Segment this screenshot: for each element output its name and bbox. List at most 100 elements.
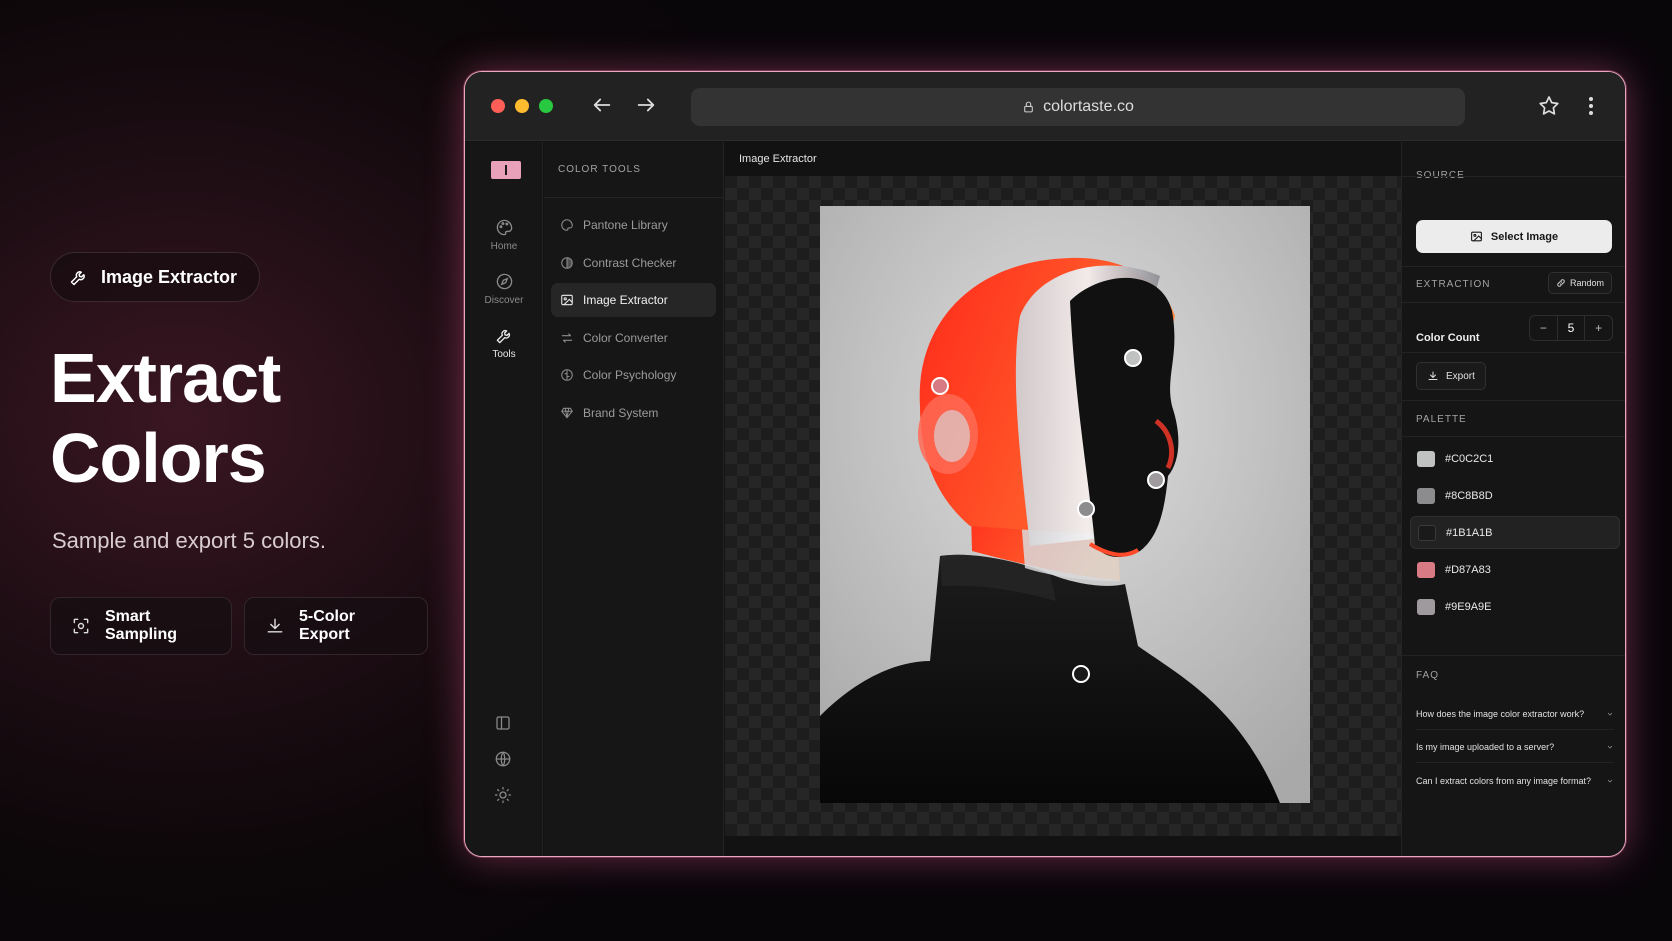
tool-item-brand-system[interactable]: Brand System — [551, 396, 716, 430]
smart-sampling-label: Smart Sampling — [105, 608, 178, 643]
faq-item[interactable]: How does the image color extractor work? — [1416, 699, 1614, 730]
link-icon — [1556, 278, 1566, 288]
swatch-hex: #8C8B8D — [1445, 489, 1493, 502]
brain-icon — [560, 368, 574, 382]
main-workspace: Image Extractor — [725, 142, 1401, 856]
five-color-export-label: 5-Color Export — [299, 608, 355, 643]
select-image-label: Select Image — [1490, 230, 1559, 243]
color-count-stepper[interactable]: − 5 + — [1529, 315, 1613, 341]
contrast-icon — [560, 256, 574, 270]
divider — [1402, 400, 1625, 401]
palette-swatch-row-selected[interactable]: #1B1A1B — [1410, 516, 1620, 549]
image-canvas[interactable] — [725, 176, 1401, 836]
icon-rail: Home Discover Tools — [465, 142, 543, 856]
tool-label: Pantone Library — [583, 218, 668, 232]
five-color-export-button[interactable]: 5-Color Export — [244, 597, 428, 655]
source-heading-row: SOURCE — [1416, 142, 1616, 208]
image-icon — [1470, 230, 1483, 243]
decrement-button[interactable]: − — [1530, 316, 1557, 340]
swatch-hex: #D87A83 — [1445, 563, 1491, 576]
globe-icon[interactable] — [494, 750, 512, 768]
sample-point-handle[interactable] — [1124, 349, 1142, 367]
color-swatch — [1417, 598, 1435, 615]
wrench-icon — [495, 326, 514, 345]
tool-label: Contrast Checker — [583, 255, 677, 270]
app-logo[interactable] — [491, 161, 521, 179]
back-arrow-icon[interactable] — [591, 94, 613, 116]
minimize-window-dot[interactable] — [515, 99, 529, 113]
swatch-hex: #C0C2C1 — [1445, 452, 1494, 465]
sample-point-handle[interactable] — [1077, 500, 1095, 518]
hero-title: Extract Colors — [50, 338, 281, 498]
divider — [1402, 266, 1625, 267]
wrench-icon — [69, 267, 89, 287]
palette-swatch-row[interactable]: #9E9A9E — [1410, 590, 1620, 623]
smart-sampling-button[interactable]: Smart Sampling — [50, 597, 232, 655]
arrows-swap-icon — [560, 331, 574, 345]
faq-item[interactable]: Is my image uploaded to a server? — [1416, 732, 1614, 763]
divider — [1402, 302, 1625, 303]
extraction-panel: SOURCE Select Image EXTRACTION Random Co… — [1401, 142, 1625, 856]
color-tools-panel: COLOR TOOLS Pantone Library Contrast Che… — [544, 142, 724, 856]
export-button[interactable]: Export — [1416, 362, 1486, 390]
image-icon — [560, 293, 574, 307]
forward-arrow-icon[interactable] — [635, 94, 657, 116]
tool-label: Image Extractor — [583, 293, 668, 307]
select-image-button[interactable]: Select Image — [1416, 220, 1612, 253]
rail-item-tools[interactable]: Tools — [465, 326, 543, 360]
rail-item-home[interactable]: Home — [465, 218, 543, 252]
color-swatch — [1418, 524, 1436, 541]
hero-chip-label: Image Extractor — [101, 266, 238, 287]
url-text: colortaste.co — [1043, 98, 1134, 115]
close-window-dot[interactable] — [491, 99, 505, 113]
divider — [1402, 176, 1625, 177]
palette-icon — [560, 218, 574, 232]
more-options-icon[interactable] — [1579, 94, 1603, 118]
tool-label: Brand System — [583, 405, 659, 420]
workspace-heading: Image Extractor — [739, 153, 817, 165]
palette-swatch-row[interactable]: #D87A83 — [1410, 553, 1620, 586]
sample-point-handle[interactable] — [1072, 665, 1090, 683]
rail-label-tools: Tools — [492, 349, 516, 360]
color-swatch — [1417, 450, 1435, 467]
bookmark-star-icon[interactable] — [1537, 94, 1561, 118]
faq-label: FAQ — [1416, 670, 1440, 681]
color-count-label: Color Count — [1416, 332, 1480, 344]
random-button[interactable]: Random — [1548, 272, 1613, 294]
divider — [1402, 436, 1625, 437]
palette-swatch-row[interactable]: #8C8B8D — [1410, 479, 1620, 512]
source-image — [820, 206, 1310, 803]
increment-button[interactable]: + — [1585, 316, 1612, 340]
browser-window: colortaste.co Home Discover Tools COLOR … — [464, 71, 1626, 857]
rail-item-discover[interactable]: Discover — [465, 272, 543, 306]
divider — [1402, 655, 1625, 656]
chevron-down-icon — [1606, 777, 1614, 785]
extraction-label: EXTRACTION — [1416, 279, 1491, 290]
sidebar-toggle-icon[interactable] — [494, 714, 512, 732]
tool-item-color-converter[interactable]: Color Converter — [551, 321, 716, 355]
palette-swatch-row[interactable]: #C0C2C1 — [1410, 442, 1620, 475]
color-swatch — [1417, 487, 1435, 504]
tool-item-image-extractor[interactable]: Image Extractor — [551, 283, 716, 317]
scan-icon — [71, 616, 91, 636]
random-label: Random — [1570, 278, 1605, 288]
address-bar[interactable]: colortaste.co — [691, 88, 1465, 126]
gem-icon — [560, 406, 574, 420]
download-icon — [1427, 370, 1439, 382]
faq-item[interactable]: Can I extract colors from any image form… — [1416, 765, 1614, 796]
lock-icon — [1022, 100, 1035, 114]
swatch-hex: #9E9A9E — [1445, 600, 1492, 613]
tool-item-contrast-checker[interactable]: Contrast Checker — [551, 246, 716, 280]
chevron-down-icon — [1606, 743, 1614, 751]
faq-question: How does the image color extractor work? — [1416, 709, 1585, 719]
maximize-window-dot[interactable] — [539, 99, 553, 113]
sun-icon[interactable] — [494, 786, 512, 804]
hero-feature-chip: Image Extractor — [50, 252, 261, 302]
tool-item-pantone-library[interactable]: Pantone Library — [551, 208, 716, 242]
sample-point-handle[interactable] — [1147, 471, 1165, 489]
hero-subtitle: Sample and export 5 colors. — [52, 528, 326, 553]
sample-point-handle[interactable] — [931, 377, 949, 395]
tool-label: Color Converter — [583, 330, 668, 345]
tool-item-color-psychology[interactable]: Color Psychology — [551, 358, 716, 392]
export-label: Export — [1446, 370, 1475, 382]
